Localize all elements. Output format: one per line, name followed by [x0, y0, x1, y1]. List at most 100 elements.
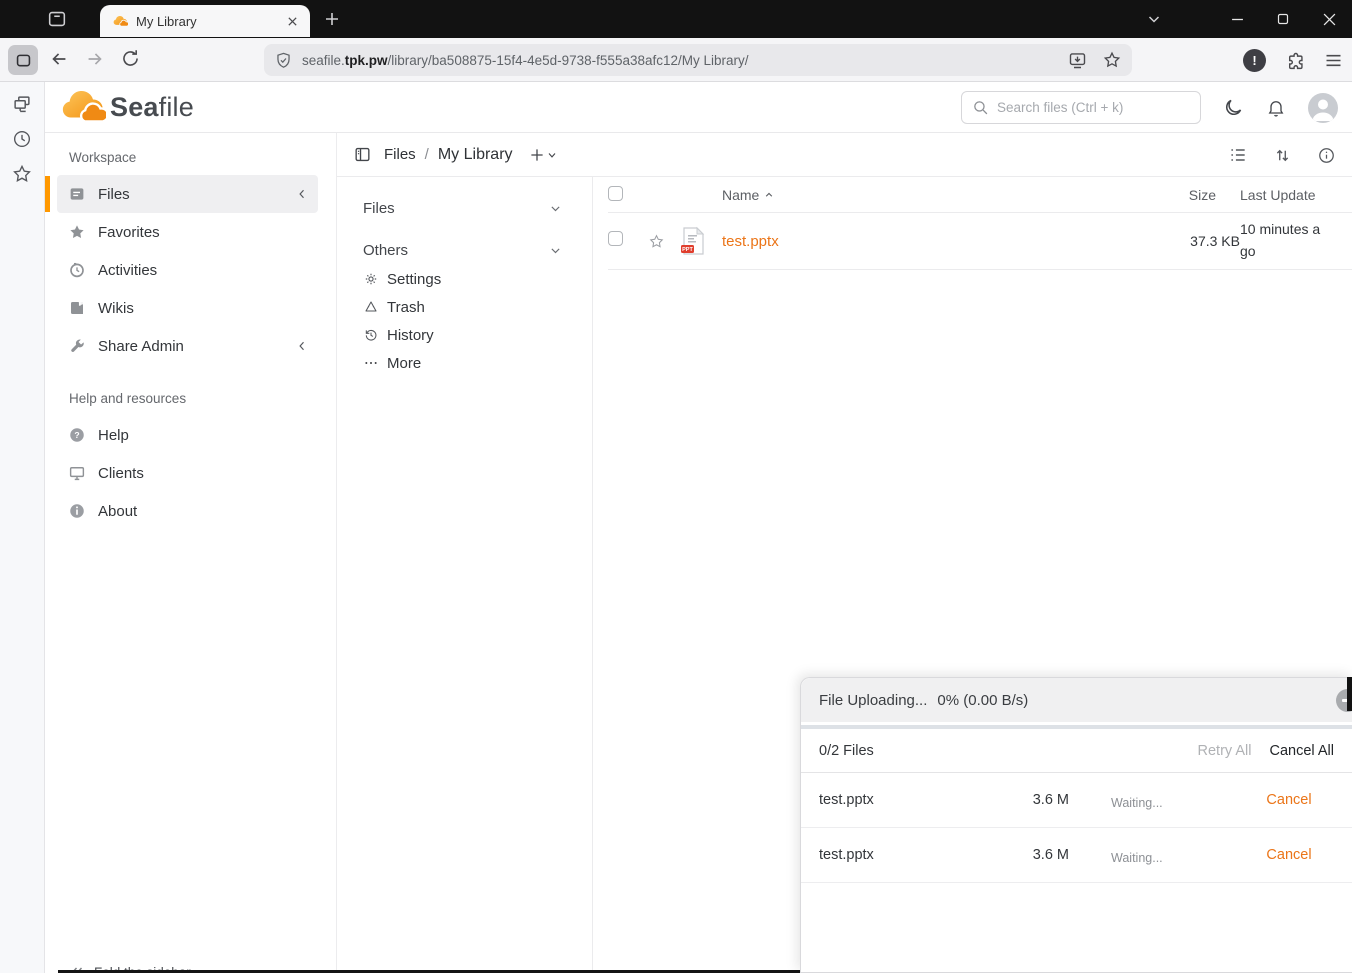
sidebar-item-label: Activities: [98, 262, 308, 279]
panel-toggle-icon[interactable]: [353, 145, 372, 164]
back-icon[interactable]: [48, 48, 70, 70]
close-window-icon[interactable]: [1306, 0, 1352, 38]
chevron-left-icon[interactable]: [296, 188, 308, 200]
new-tab-button[interactable]: [322, 9, 342, 29]
chevron-left-icon[interactable]: [296, 340, 308, 352]
tab-group-icon[interactable]: [46, 8, 68, 30]
cancel-upload-button[interactable]: Cancel: [1244, 792, 1334, 808]
svg-text:?: ?: [74, 430, 79, 440]
sidebar-item-label: About: [98, 503, 308, 520]
upload-files-count: 0/2 Files: [819, 743, 874, 759]
sidebar-item-wikis[interactable]: Wikis: [57, 289, 318, 327]
site-security-shield-icon[interactable]: [274, 51, 293, 70]
row-checkbox[interactable]: [608, 231, 623, 246]
upload-item-row: test.pptx 3.6 M Waiting... Cancel: [801, 773, 1352, 828]
avatar[interactable]: [1308, 93, 1338, 123]
refresh-icon[interactable]: [120, 48, 141, 69]
browser-window: My Library: [0, 0, 1352, 973]
window-edge-notch: [1347, 677, 1352, 711]
cancel-all-button[interactable]: Cancel All: [1270, 743, 1334, 759]
seafile-logo[interactable]: Seafile: [58, 90, 194, 125]
column-last-update[interactable]: Last Update: [1240, 187, 1340, 203]
add-new-button[interactable]: [528, 146, 558, 164]
tree-item-history[interactable]: History: [363, 321, 562, 349]
extensions-puzzle-icon[interactable]: [1284, 50, 1305, 71]
search-input[interactable]: Search files (Ctrl + k): [961, 91, 1201, 124]
sidebar-item-favorites[interactable]: Favorites: [57, 213, 318, 251]
browser-tab[interactable]: My Library: [100, 5, 310, 37]
sidebar-item-help[interactable]: ? Help: [57, 416, 318, 454]
upload-item-row: test.pptx 3.6 M Waiting... Cancel: [801, 828, 1352, 883]
maximize-window-icon[interactable]: [1260, 0, 1306, 38]
select-all-checkbox[interactable]: [608, 186, 623, 201]
monitor-icon: [68, 464, 86, 482]
tree-item-more[interactable]: More: [363, 349, 562, 377]
file-table-header: Name Size Last Update: [608, 177, 1352, 213]
files-icon: [68, 185, 86, 203]
tree-section-others[interactable]: Others: [363, 235, 562, 265]
minimize-window-icon[interactable]: [1214, 0, 1260, 38]
breadcrumb-separator: /: [425, 146, 429, 163]
breadcrumb-root[interactable]: Files: [384, 146, 416, 163]
menu-hamburger-icon[interactable]: [1323, 50, 1344, 71]
url-bar[interactable]: seafile.tpk.pw/library/ba508875-15f4-4e5…: [264, 44, 1132, 76]
file-size: 37.3 KB: [1120, 233, 1240, 249]
breadcrumb-current[interactable]: My Library: [438, 146, 513, 164]
chevron-down-icon[interactable]: [549, 244, 562, 257]
list-view-icon[interactable]: [1228, 145, 1248, 165]
install-app-icon[interactable]: [1067, 50, 1088, 71]
path-bar: Files / My Library: [337, 133, 1352, 177]
retry-all-button[interactable]: Retry All: [1198, 743, 1252, 759]
tree-item-settings[interactable]: Settings: [363, 265, 562, 293]
notifications-bell-icon[interactable]: [1266, 98, 1286, 118]
sidebar-item-label: Clients: [98, 465, 308, 482]
upload-item-name: test.pptx: [819, 792, 949, 808]
window-controls: [1214, 0, 1352, 38]
upload-dialog-header[interactable]: File Uploading... 0% (0.00 B/s): [801, 678, 1352, 722]
favorite-star-icon[interactable]: [648, 233, 680, 250]
chevron-down-icon[interactable]: [549, 202, 562, 215]
extension-badge-icon[interactable]: !: [1243, 49, 1266, 72]
app-sidebar: Workspace Files Favorites: [45, 133, 337, 973]
sidebar-item-files[interactable]: Files: [57, 175, 318, 213]
file-name-link[interactable]: test.pptx: [722, 233, 1120, 250]
cancel-upload-button[interactable]: Cancel: [1244, 847, 1334, 863]
sidebar-item-clients[interactable]: Clients: [57, 454, 318, 492]
history-clock-icon[interactable]: [11, 128, 33, 150]
recycle-trash-icon: [363, 299, 379, 315]
sidebar-item-label: Share Admin: [98, 338, 296, 355]
sidebar-item-label: Help: [98, 427, 308, 444]
activity-clock-icon: [68, 261, 86, 279]
sidebar-item-about[interactable]: About: [57, 492, 318, 530]
tree-section-files[interactable]: Files: [363, 193, 562, 223]
tab-search-chevron-icon[interactable]: [1146, 0, 1162, 38]
file-last-update: 10 minutes ago: [1240, 219, 1340, 262]
upload-item-status: Waiting...: [1111, 851, 1244, 865]
seafile-cloud-icon: [58, 90, 106, 125]
help-resources-label: Help and resources: [69, 391, 336, 406]
forward-icon[interactable]: [84, 48, 106, 70]
sidebar-item-activities[interactable]: Activities: [57, 251, 318, 289]
sidebar-item-share-admin[interactable]: Share Admin: [57, 327, 318, 365]
info-icon[interactable]: [1317, 146, 1336, 165]
tab-close-icon[interactable]: [282, 11, 302, 31]
sidebar-toggle-button[interactable]: [8, 45, 38, 75]
sidebar-item-label: Favorites: [98, 224, 308, 241]
tree-item-trash[interactable]: Trash: [363, 293, 562, 321]
dark-mode-moon-icon[interactable]: [1223, 97, 1244, 118]
bookmarks-star-icon[interactable]: [11, 163, 33, 185]
column-name[interactable]: Name: [722, 187, 1120, 203]
wrench-icon: [68, 337, 86, 355]
workspaces-icon[interactable]: [11, 93, 33, 115]
table-row[interactable]: PPT test.pptx 37.3 KB 10 minutes ago: [608, 213, 1352, 270]
browser-titlebar: My Library: [0, 0, 1352, 38]
seafile-wordmark: Seafile: [110, 92, 194, 123]
sort-icon[interactable]: [1273, 146, 1292, 165]
search-icon: [972, 99, 989, 116]
app-header: Seafile Search files (Ctrl + k): [45, 82, 1352, 133]
browser-side-strip: [0, 82, 45, 973]
upload-title: File Uploading...: [819, 692, 927, 709]
column-size[interactable]: Size: [1120, 187, 1240, 203]
upload-item-status: Waiting...: [1111, 796, 1244, 810]
bookmark-star-icon[interactable]: [1102, 50, 1122, 70]
